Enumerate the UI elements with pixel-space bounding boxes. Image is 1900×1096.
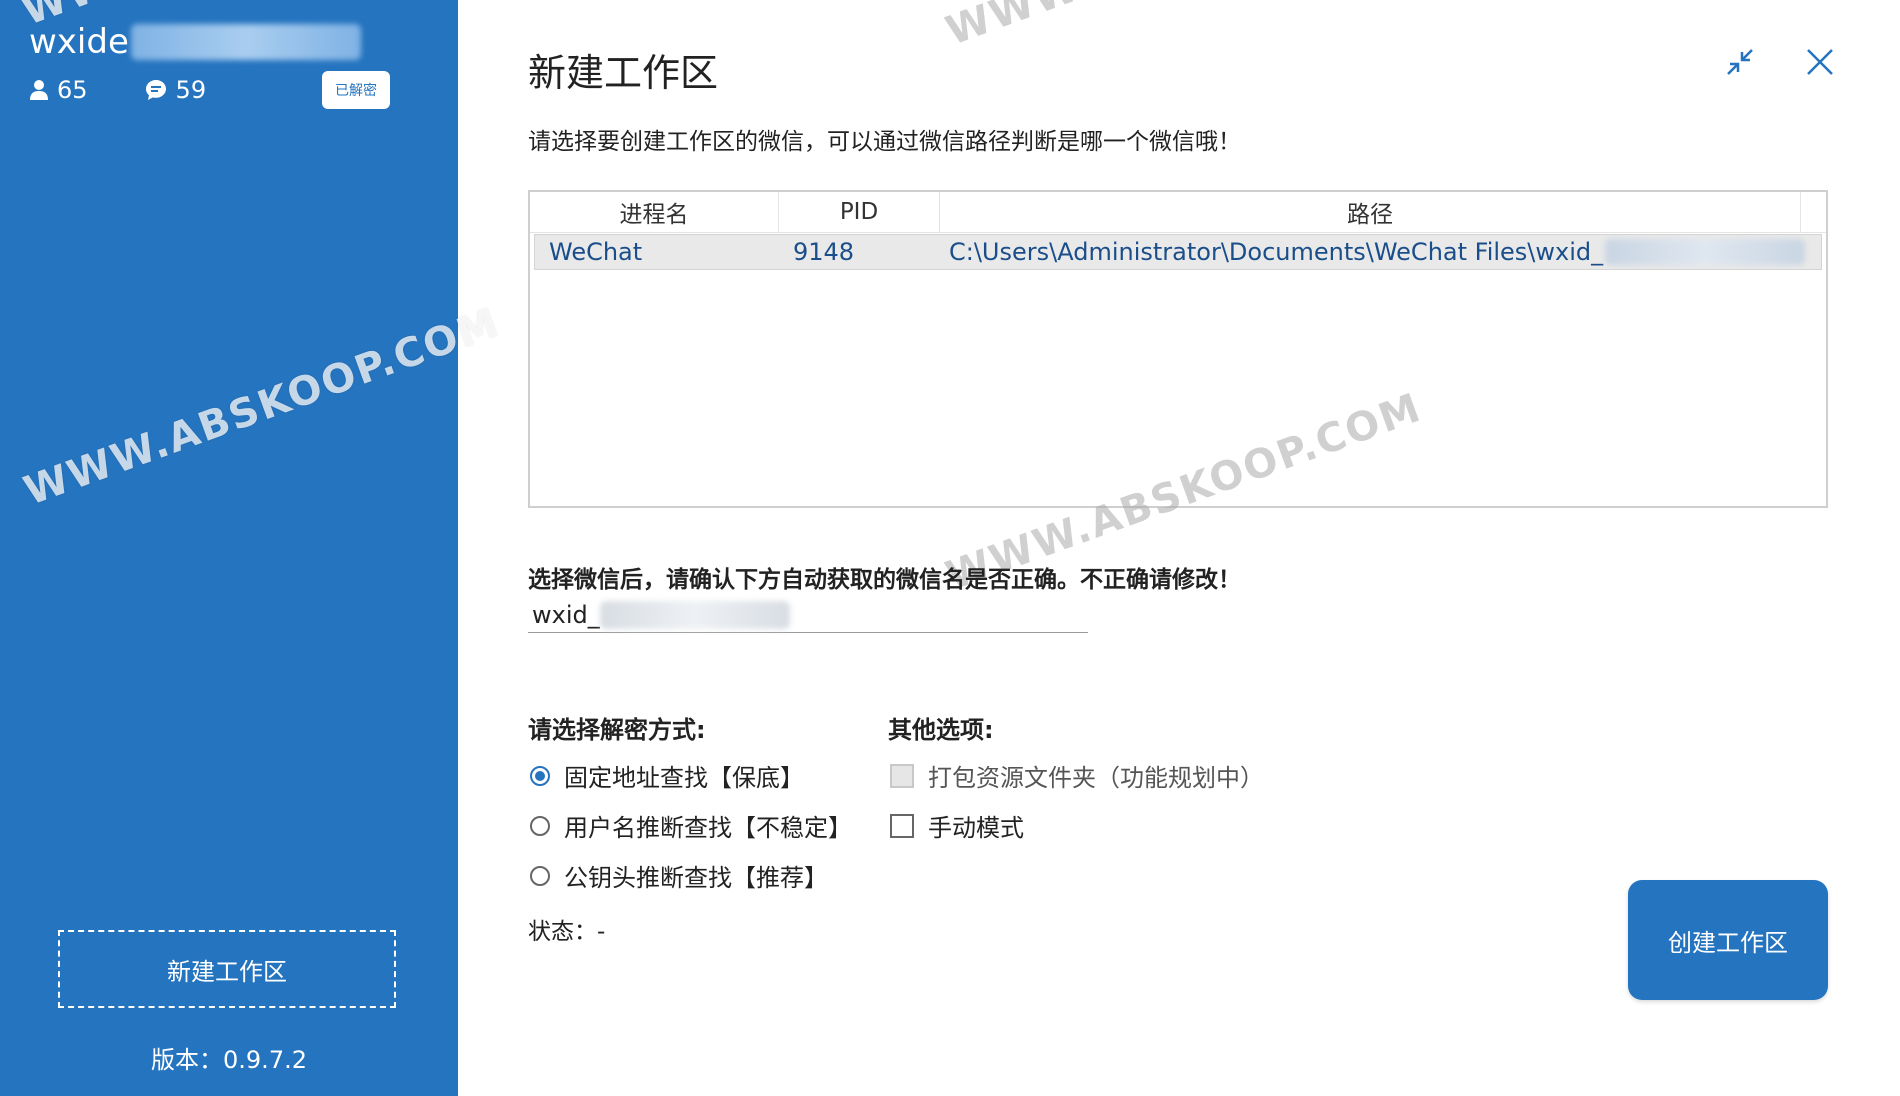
dialog-title: 新建工作区	[528, 51, 719, 95]
checkbox-disabled	[890, 763, 914, 788]
decrypt-method-label: 请选择解密方式:	[528, 716, 706, 744]
checkbox[interactable]	[890, 813, 914, 838]
column-header-path[interactable]: 路径	[940, 192, 1801, 232]
table-header: 进程名 PID 路径	[530, 192, 1826, 233]
status-label: 状态：	[528, 919, 597, 945]
radio-button[interactable]	[530, 865, 550, 886]
wechat-name-redacted	[599, 601, 790, 629]
checkbox-manual-mode[interactable]: 手动模式	[890, 808, 1024, 843]
version-value: 0.9.7.2	[223, 1046, 307, 1074]
cell-process: WeChat	[549, 238, 643, 266]
checkbox-label: 打包资源文件夹（功能规划中）	[928, 764, 1264, 792]
new-workspace-button[interactable]: 新建工作区	[58, 930, 396, 1008]
status-value: -	[597, 919, 606, 945]
account-stats: 65 59	[29, 76, 206, 104]
version-info: 版本：0.9.7.2	[0, 1040, 458, 1075]
chats-stat: 59	[144, 76, 207, 104]
radio-label: 固定地址查找【保底】	[564, 764, 804, 792]
radio-fixed-address[interactable]: 固定地址查找【保底】	[530, 758, 804, 793]
chats-count: 59	[175, 76, 207, 104]
radio-public-key-header[interactable]: 公钥头推断查找【推荐】	[530, 858, 828, 893]
version-label: 版本：	[151, 1046, 224, 1074]
minimize-icon[interactable]	[1722, 44, 1758, 80]
close-icon[interactable]	[1802, 44, 1838, 80]
radio-username-inference[interactable]: 用户名推断查找【不稳定】	[530, 808, 852, 843]
account-name-redacted	[130, 24, 361, 60]
checkbox-label: 手动模式	[928, 814, 1024, 842]
radio-label: 用户名推断查找【不稳定】	[564, 814, 852, 842]
wechat-name-input[interactable]: wxid_	[528, 598, 1088, 633]
friends-count: 65	[57, 76, 88, 104]
cell-path: C:\Users\Administrator\Documents\WeChat …	[939, 235, 1821, 269]
watermark: WWW.ABSKOOP.COM	[18, 299, 506, 515]
checkbox-pack-resources: 打包资源文件夹（功能规划中）	[890, 758, 1264, 793]
user-icon	[30, 80, 48, 100]
table-row[interactable]: WeChat 9148 C:\Users\Administrator\Docum…	[534, 234, 1822, 270]
radio-label: 公钥头推断查找【推荐】	[564, 864, 828, 892]
cell-path-text: C:\Users\Administrator\Documents\WeChat …	[949, 238, 1604, 266]
other-options-label: 其他选项:	[888, 716, 994, 744]
decrypted-badge: 已解密	[322, 71, 390, 109]
wechat-process-table: 进程名 PID 路径 WeChat 9148 C:\Users\Administ…	[528, 190, 1828, 508]
column-header-pid[interactable]: PID	[779, 192, 940, 232]
chat-bubble-icon	[145, 80, 166, 100]
path-redacted	[1605, 239, 1806, 265]
column-header-process[interactable]: 进程名	[530, 192, 779, 232]
friends-stat: 65	[29, 76, 88, 104]
confirm-name-label: 选择微信后，请确认下方自动获取的微信名是否正确。不正确请修改！	[528, 567, 1241, 593]
cell-pid: 9148	[793, 238, 855, 266]
radio-button[interactable]	[530, 815, 550, 836]
create-workspace-button[interactable]: 创建工作区	[1628, 880, 1828, 1000]
dialog-instructions: 请选择要创建工作区的微信，可以通过微信路径判断是哪一个微信哦！	[528, 129, 1241, 155]
account-name: wxide	[29, 22, 361, 62]
sidebar: wxide 65 59 已解密 WWW.ABSKOOP.COM WWW.ABSK…	[0, 0, 506, 1096]
radio-button-checked[interactable]	[530, 765, 550, 786]
wechat-name-value: wxid_	[532, 601, 600, 629]
watermark: WWW.ABSKOOP.COM	[940, 0, 1428, 55]
status-text: 状态：-	[528, 912, 605, 946]
